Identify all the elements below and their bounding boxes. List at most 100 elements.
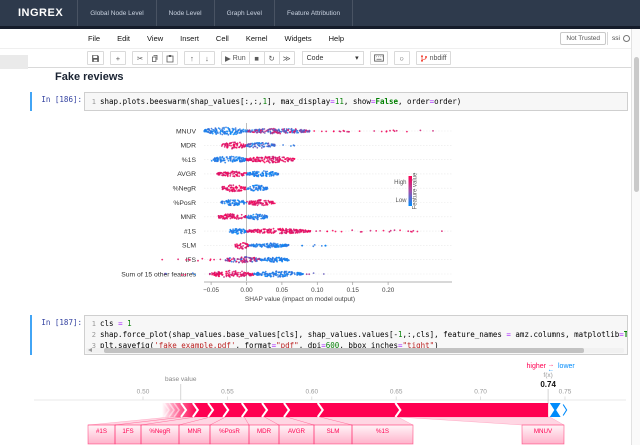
scissors-icon: ✂ [137, 54, 143, 63]
chevron-down-icon: ▾ [355, 54, 359, 62]
force-feature-label: AVGR [288, 428, 306, 435]
arrow-down-icon: ↓ [205, 54, 209, 63]
force-fx-label: f(x) [543, 372, 552, 379]
run-button[interactable]: ▶ Run [221, 51, 250, 65]
app-root: INGREX Global Node Level Node Level Grap… [0, 0, 640, 445]
cell-type-dropdown[interactable]: Code ▾ [302, 51, 364, 65]
menu-view[interactable]: View [147, 34, 163, 43]
fast-forward-icon: ≫ [283, 54, 291, 63]
paste-cell-button[interactable] [162, 51, 178, 65]
cell1-prompt: In [186]: [32, 95, 82, 104]
run-icon: ▶ [225, 54, 231, 63]
beeswarm-feature-label: AVGR [177, 171, 196, 178]
cut-cell-button[interactable]: ✂ [132, 51, 148, 65]
notebook-title: Fake reviews [55, 71, 124, 83]
colorbar-low-label: Low [395, 198, 407, 204]
force-legend-higher: higher [527, 363, 547, 370]
move-cell-up-button[interactable]: ↑ [184, 51, 200, 65]
force-feature-label: MNUV [534, 428, 553, 435]
git-icon [420, 54, 428, 63]
force-feature-label: %NegR [149, 428, 171, 435]
stop-icon: ■ [254, 54, 259, 63]
cell1-code-editor[interactable]: 1 shap.plots.beeswarm(shap_values[:,:,1]… [84, 92, 628, 111]
cell2-hscrollbar-left-arrow-icon[interactable] [88, 348, 92, 352]
force-x-tick: 0.65 [390, 389, 403, 396]
add-cell-button[interactable]: + [110, 51, 126, 65]
copy-cell-button[interactable] [147, 51, 163, 65]
line-number: 1 [85, 98, 100, 106]
code-line: shap.plots.beeswarm(shap_values[:,:,1], … [100, 97, 627, 106]
restart-kernel-button[interactable]: ↻ [264, 51, 280, 65]
page-vscrollbar[interactable] [631, 29, 640, 445]
arrow-up-icon: ↑ [190, 54, 194, 63]
beeswarm-feature-label: Sum of 15 other features [121, 271, 196, 278]
nbdiff-button[interactable]: nbdiff [416, 51, 451, 65]
beeswarm-feature-label: %1S [182, 157, 197, 164]
kernel-indicator: ssi [607, 32, 630, 45]
force-x-tick: 0.55 [221, 389, 234, 396]
top-navbar: INGREX Global Node Level Node Level Grap… [0, 0, 640, 26]
beeswarm-x-tick: 0.00 [240, 287, 253, 294]
nav-tab-node-level[interactable]: Node Level [156, 0, 214, 26]
command-palette-button[interactable]: ○ [394, 51, 410, 65]
line-number: 1 [85, 320, 100, 328]
keyboard-icon [374, 54, 384, 62]
save-button[interactable] [87, 51, 104, 65]
cell-type-value: Code [307, 55, 324, 62]
code-line: shap.force_plot(shap_values.base_values[… [100, 330, 627, 339]
force-legend-lower: lower [558, 363, 575, 370]
colorbar-title: Feature value [413, 172, 419, 209]
beeswarm-x-tick: 0.05 [276, 287, 289, 294]
interrupt-kernel-button[interactable]: ■ [249, 51, 265, 65]
force-base-value-label: base value [165, 376, 197, 383]
beeswarm-feature-label: %PosR [173, 200, 196, 207]
keyboard-shortcuts-button[interactable] [370, 51, 388, 65]
kernel-status-icon [623, 35, 630, 42]
kernel-name: ssi [612, 35, 620, 42]
menu-cell[interactable]: Cell [216, 34, 229, 43]
menu-edit[interactable]: Edit [117, 34, 130, 43]
brand-logo: INGREX [18, 7, 63, 19]
page-vscrollbar-thumb[interactable] [634, 57, 639, 192]
force-feature-label: %1S [376, 428, 389, 435]
nav-tab-graph-level[interactable]: Graph Level [214, 0, 274, 26]
not-trusted-button[interactable]: Not Trusted [560, 32, 606, 45]
cell2-prompt: In [187]: [32, 318, 82, 327]
nbdiff-label: nbdiff [430, 55, 447, 62]
beeswarm-x-tick: 0.10 [311, 287, 324, 294]
force-feature-label: 1FS [122, 428, 133, 435]
plus-icon: + [116, 54, 120, 63]
restart-run-all-button[interactable]: ≫ [279, 51, 295, 65]
cell2-hscrollbar-thumb[interactable] [104, 348, 584, 353]
menu-insert[interactable]: Insert [180, 34, 199, 43]
beeswarm-feature-label: MNR [181, 214, 197, 221]
force-feature-label: SLM [327, 428, 340, 435]
move-cell-down-button[interactable]: ↓ [199, 51, 215, 65]
nav-tab-feature-attribution[interactable]: Feature Attribution [274, 0, 353, 26]
nav-tab-global-node-level[interactable]: Global Node Level [77, 0, 155, 26]
beeswarm-feature-label: MDR [181, 143, 197, 150]
force-feature-label: MDR [257, 428, 272, 435]
force-fx-value: 0.74 [540, 380, 556, 389]
beeswarm-feature-label: IFS [185, 257, 196, 264]
force-feature-label: #1S [96, 428, 107, 435]
menu-file[interactable]: File [88, 34, 100, 43]
menu-widgets[interactable]: Widgets [285, 34, 312, 43]
beeswarm-x-tick: −0.05 [203, 287, 219, 294]
menu-items: File Edit View Insert Cell Kernel Widget… [88, 29, 344, 48]
restart-icon: ↻ [268, 54, 274, 63]
higher-arrow-icon: → [548, 362, 555, 369]
menu-help[interactable]: Help [329, 34, 344, 43]
force-x-tick: 0.70 [474, 389, 487, 396]
force-x-tick: 0.50 [137, 389, 150, 396]
palette-icon: ○ [399, 54, 404, 63]
beeswarm-feature-label: %NegR [173, 186, 197, 193]
copy-icon [151, 54, 159, 63]
menu-kernel[interactable]: Kernel [246, 34, 268, 43]
beeswarm-feature-label: MNUV [176, 128, 196, 135]
beeswarm-x-axis-label: SHAP value (impact on model output) [245, 296, 355, 303]
clipboard-icon [166, 54, 174, 63]
beeswarm-plot: MNUVMDR%1SAVGR%NegR%PosRMNR#1SSLMIFSSum … [121, 123, 452, 303]
page-margin-shade [0, 55, 28, 69]
force-feature-label: MNR [187, 428, 202, 435]
